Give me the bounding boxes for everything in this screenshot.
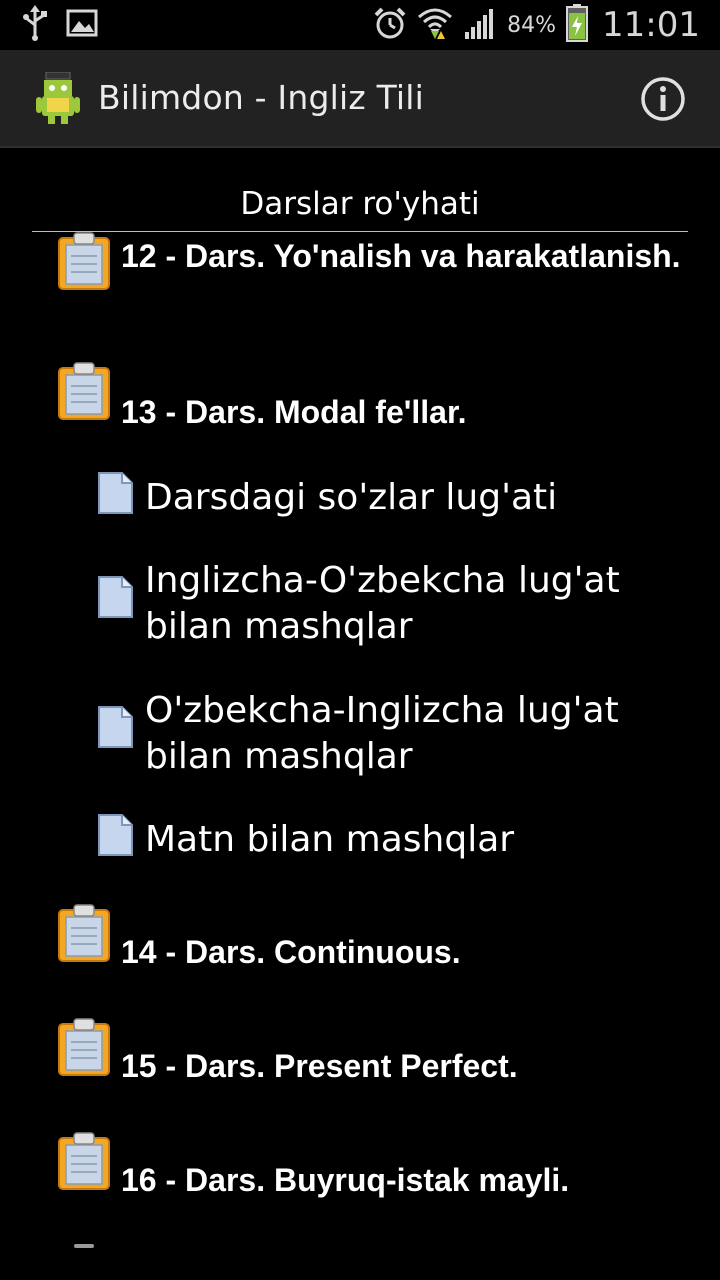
document-icon <box>97 576 133 618</box>
child-row[interactable]: Inglizcha-O'zbekcha lug'at bilan mashqla… <box>0 556 720 656</box>
document-icon <box>97 472 133 514</box>
group-row[interactable]: 13 - Dars. Modal fe'llar. <box>0 362 720 442</box>
group-label: 13 - Dars. Modal fe'llar. <box>121 394 467 430</box>
status-right-icons: 84% 11:01 <box>373 3 700 47</box>
info-icon[interactable] <box>640 76 686 122</box>
status-bar: 84% 11:01 <box>0 0 720 50</box>
child-row[interactable]: Darsdagi so'zlar lug'ati <box>0 470 720 530</box>
wifi-icon <box>417 5 453 46</box>
clipboard-icon <box>58 232 110 290</box>
app-logo-icon[interactable] <box>34 71 82 124</box>
image-icon <box>66 9 98 42</box>
child-label: Darsdagi so'zlar lug'ati <box>145 477 558 518</box>
battery-charging-icon <box>566 3 589 47</box>
document-icon <box>97 706 133 748</box>
battery-percent: 84% <box>507 12 557 38</box>
usb-icon <box>22 4 48 46</box>
group-label: 15 - Dars. Present Perfect. <box>121 1048 518 1084</box>
next-item-edge <box>74 1244 94 1248</box>
signal-icon <box>463 6 497 45</box>
child-row[interactable]: O'zbekcha-Inglizcha lug'at bilan mashqla… <box>0 686 720 786</box>
alarm-icon <box>373 6 407 45</box>
group-label: 14 - Dars. Continuous. <box>121 934 461 970</box>
group-row[interactable]: 12 - Dars. Yo'nalish va harakatlanish. <box>0 232 720 332</box>
group-row[interactable]: 14 - Dars. Continuous. <box>0 904 720 984</box>
group-row[interactable]: 16 - Dars. Buyruq-istak mayli. <box>0 1132 720 1212</box>
action-bar: Bilimdon - Ingliz Tili <box>0 50 720 148</box>
list-header: Darslar ro'yhati <box>32 180 688 232</box>
document-icon <box>97 814 133 856</box>
child-row[interactable]: Matn bilan mashqlar <box>0 812 720 872</box>
clipboard-icon <box>58 904 110 962</box>
child-label: Matn bilan mashqlar <box>145 819 515 860</box>
clock: 11:01 <box>602 5 700 45</box>
app-title: Bilimdon - Ingliz Tili <box>98 78 425 117</box>
clipboard-icon <box>58 1132 110 1190</box>
clipboard-icon <box>58 1018 110 1076</box>
clipboard-icon <box>58 362 110 420</box>
group-label: 16 - Dars. Buyruq-istak mayli. <box>121 1162 570 1198</box>
group-label: 12 - Dars. Yo'nalish va harakatlanish. <box>121 238 681 274</box>
child-label: Inglizcha-O'zbekcha lug'at bilan mashqla… <box>145 560 620 647</box>
status-left-icons <box>22 4 98 46</box>
child-label: O'zbekcha-Inglizcha lug'at bilan mashqla… <box>145 690 619 777</box>
group-row[interactable]: 15 - Dars. Present Perfect. <box>0 1018 720 1098</box>
